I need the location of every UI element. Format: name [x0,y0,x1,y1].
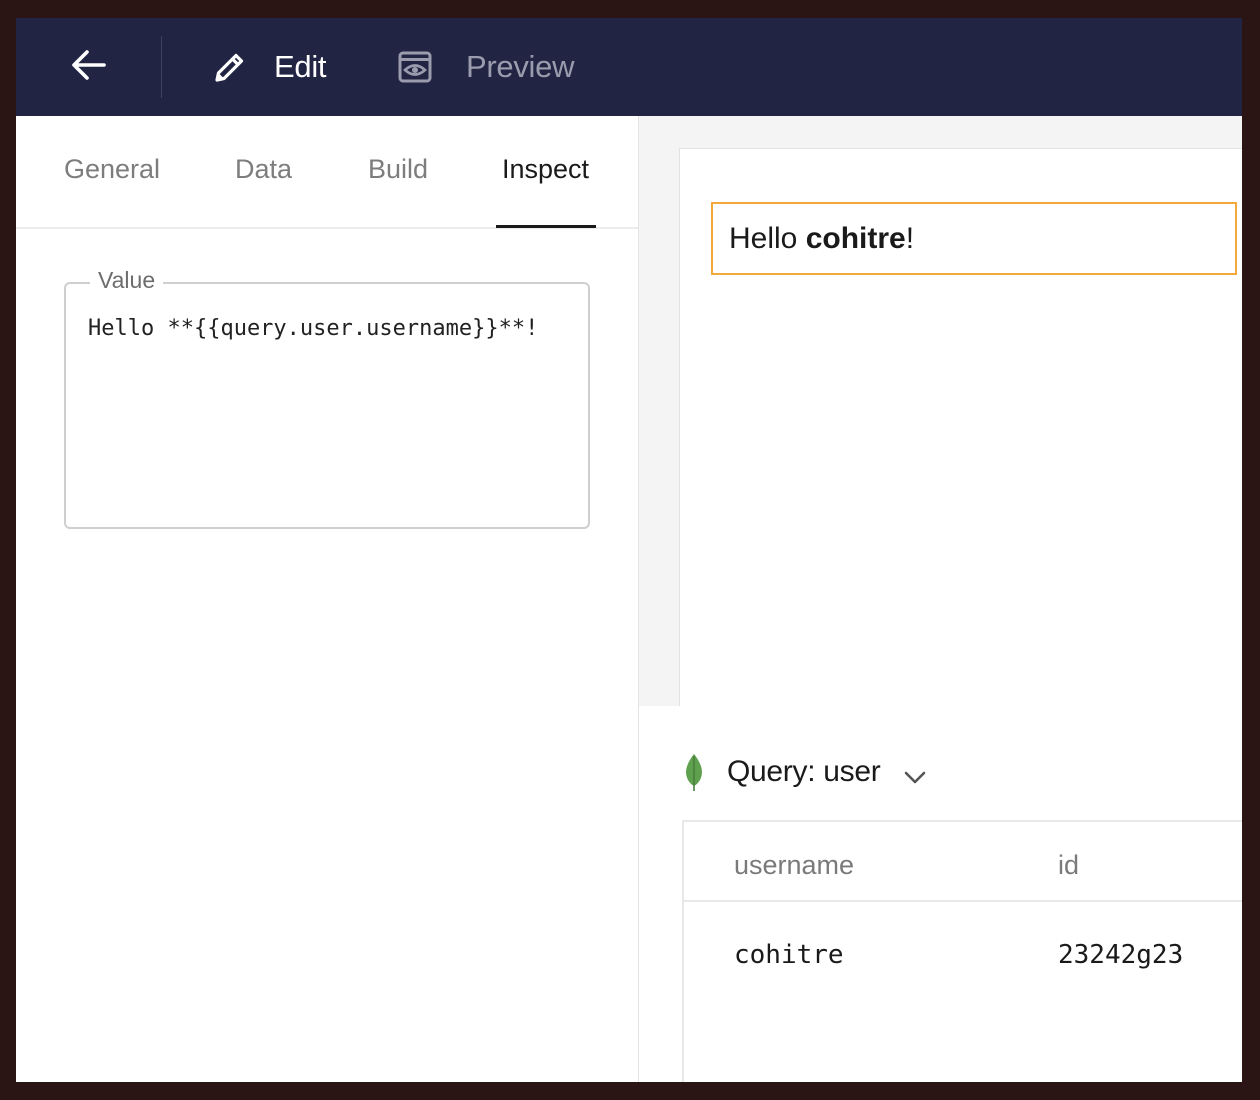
edit-mode-button[interactable]: Edit [212,40,327,94]
chevron-down-icon [904,771,926,785]
tab-inspect[interactable]: Inspect [502,154,589,185]
app-window: Edit Preview General Data Build Inspect [16,18,1242,1082]
panel-tabs: General Data Build Inspect [16,116,638,229]
greeting-username: cohitre [805,221,906,255]
column-header-username: username [734,850,855,880]
value-field[interactable]: Value Hello **{{query.user.username}}**! [64,267,590,529]
mongodb-leaf-icon [683,752,705,792]
page-canvas: Hello cohitre! [679,148,1242,707]
pencil-icon [212,49,248,85]
selected-text-widget[interactable]: Hello cohitre! [711,202,1237,275]
greeting-prefix: Hello [729,221,806,255]
tab-build[interactable]: Build [368,154,428,185]
top-toolbar: Edit Preview [16,18,1242,116]
active-tab-indicator [496,225,596,228]
toolbar-divider [161,36,162,98]
table-divider [684,900,1242,902]
query-title: Query: user [727,755,881,788]
value-input[interactable]: Hello **{{query.user.username}}**! [88,316,538,341]
back-button[interactable] [64,44,112,90]
tab-data[interactable]: Data [235,154,292,185]
table-cell-username: cohitre [734,940,844,970]
preview-area: Hello cohitre! Query: user username id c… [639,116,1242,1082]
query-result-table: username id cohitre 23242g23 [682,820,1242,1082]
preview-label: Preview [466,49,575,84]
arrow-left-icon [70,48,106,87]
column-header-id: id [1058,850,1080,880]
greeting-suffix: ! [905,221,915,255]
preview-eye-icon [398,51,432,83]
table-cell-id: 23242g23 [1058,940,1184,970]
preview-mode-button[interactable]: Preview [398,40,574,94]
edit-label: Edit [274,49,327,84]
query-inspector: Query: user username id cohitre 23242g23 [639,706,1242,1082]
properties-panel: General Data Build Inspect Value Hello *… [16,116,639,1082]
query-selector[interactable]: Query: user [683,750,926,794]
tab-general[interactable]: General [64,154,160,185]
value-field-label: Value [90,267,164,294]
